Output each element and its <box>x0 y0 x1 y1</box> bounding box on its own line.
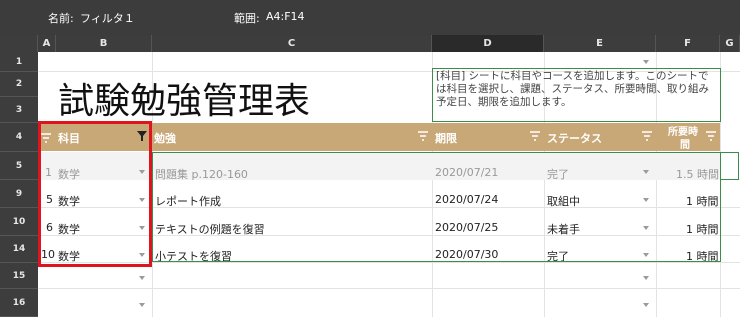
column-header-d[interactable]: D <box>432 35 544 52</box>
selected-cell[interactable] <box>720 152 739 180</box>
column-header-f[interactable]: F <box>656 35 720 52</box>
dropdown-arrow-icon[interactable] <box>139 276 145 280</box>
row-header-3[interactable]: 3 <box>0 97 38 123</box>
column-header-a[interactable]: A <box>38 35 56 52</box>
header-study: 勉強 <box>154 132 176 145</box>
row-header-5[interactable]: 5 <box>0 152 38 180</box>
dropdown-arrow-icon[interactable] <box>139 303 145 307</box>
header-status: ステータス <box>547 132 602 145</box>
row-header-2[interactable]: 2 <box>0 72 38 97</box>
row-header-1[interactable]: 1 <box>0 52 38 72</box>
column-header-c[interactable]: C <box>152 35 432 52</box>
row-header-4[interactable]: 4 <box>0 123 38 152</box>
column-header-g[interactable]: G <box>720 35 740 52</box>
row-header-10[interactable]: 10 <box>0 208 38 236</box>
column-header-bar: A B C D E F G <box>0 35 740 52</box>
grid-line <box>38 288 740 289</box>
filter-name-value[interactable]: フィルタ１ <box>80 10 135 26</box>
sheet-title: 試験勉強管理表 <box>58 81 311 122</box>
filter-icon[interactable] <box>642 131 652 141</box>
instruction-note: [科目] シートに科目やコースを追加します。このシートでは科目を選択し、課題、ス… <box>432 68 721 122</box>
header-deadline: 期限 <box>435 132 457 145</box>
table-range-outline <box>152 152 721 262</box>
column-header-b[interactable]: B <box>56 35 152 52</box>
highlight-box <box>38 121 152 267</box>
dropdown-arrow-icon[interactable] <box>643 276 649 280</box>
header-time-line2: 間 <box>680 140 690 151</box>
filter-bar: 名前: フィルタ１ 範囲: A4:F14 <box>0 0 740 35</box>
filter-icon[interactable] <box>530 131 540 141</box>
select-all-corner[interactable] <box>0 35 38 52</box>
row-header-14[interactable]: 14 <box>0 236 38 263</box>
dropdown-arrow-icon[interactable] <box>643 303 649 307</box>
filter-icon[interactable] <box>418 131 428 141</box>
filter-range-value[interactable]: A4:F14 <box>266 10 305 23</box>
filter-range-label: 範囲: <box>234 12 260 25</box>
filter-icon[interactable] <box>706 131 716 141</box>
dropdown-arrow-icon[interactable] <box>643 60 649 64</box>
column-header-e[interactable]: E <box>544 35 656 52</box>
filter-name-label: 名前: <box>48 12 74 25</box>
row-header-9[interactable]: 9 <box>0 180 38 208</box>
row-header-15[interactable]: 15 <box>0 263 38 289</box>
row-header-16[interactable]: 16 <box>0 289 38 317</box>
